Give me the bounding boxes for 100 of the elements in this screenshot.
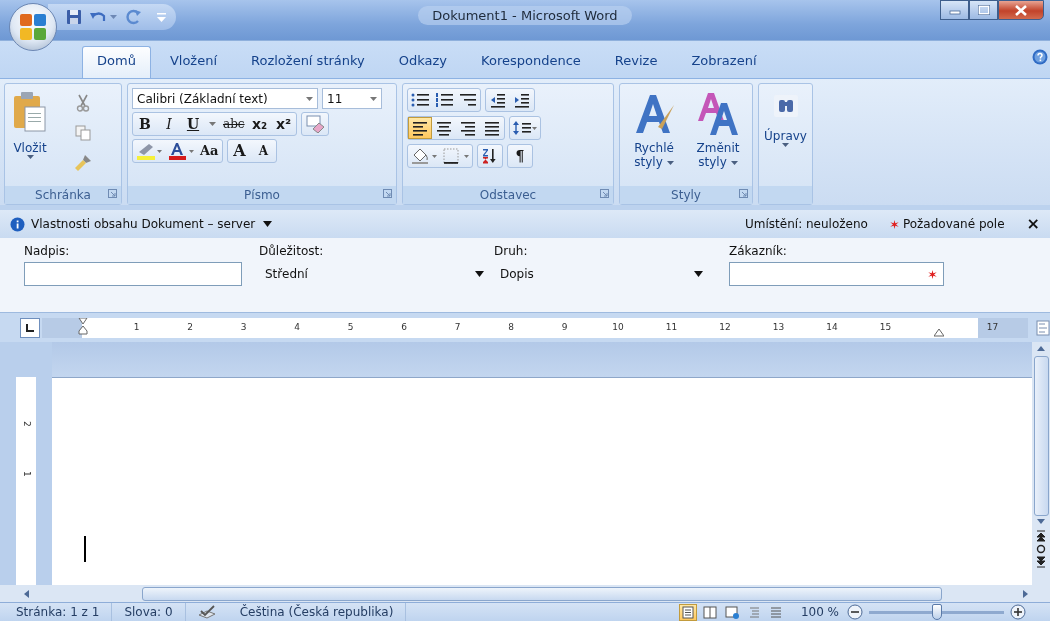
input-field[interactable] [24, 262, 242, 286]
dropdown-icon [157, 12, 166, 22]
ruler-number: 4 [293, 321, 301, 333]
panel-close-button[interactable]: × [1026, 212, 1040, 236]
caret-icon [209, 122, 216, 126]
word-count[interactable]: Slova: 0 [112, 602, 186, 621]
close-button[interactable] [998, 0, 1044, 20]
reading-layout-icon [702, 604, 717, 620]
subscript-button[interactable]: x₂ [247, 113, 272, 135]
zoom-level[interactable]: 100 % [792, 603, 847, 621]
ruler-number: 9 [560, 321, 569, 333]
undo-button[interactable] [90, 10, 117, 24]
input-field[interactable] [729, 262, 944, 286]
redo-arrow-icon [125, 9, 141, 25]
caret-icon [370, 96, 377, 101]
page-count[interactable]: Stránka: 1 z 1 [0, 602, 113, 621]
office-logo-icon [19, 13, 47, 41]
zoom-slider-thumb[interactable] [931, 603, 942, 620]
launcher-icon [108, 189, 117, 198]
panel-title-dropdown[interactable]: Vlastnosti obsahu Dokument – server [31, 215, 273, 233]
caret-icon [110, 15, 117, 19]
show-formatting-button[interactable]: ¶ [508, 145, 532, 167]
group-label: Styly [671, 187, 701, 204]
ribbon-tab[interactable]: Odkazy [383, 45, 463, 78]
view-button[interactable] [722, 603, 741, 621]
align-left-icon [412, 120, 428, 136]
language-label[interactable]: Čeština (Česká republika) [227, 602, 407, 621]
ribbon-tab[interactable]: Korespondence [466, 45, 596, 78]
brush-icon [74, 154, 92, 172]
change-styles-button[interactable]: Změnit styly [692, 88, 744, 182]
ruler-number: 2 [186, 321, 194, 333]
paste-button[interactable]: Vložit [9, 88, 51, 163]
minus-icon [847, 604, 863, 620]
change-case-button[interactable]: Aa [197, 140, 222, 162]
multilevel-list-icon [459, 92, 477, 108]
strikethrough-button[interactable]: abc [220, 113, 248, 135]
dialog-launcher-button[interactable] [108, 189, 117, 198]
redo-button[interactable] [125, 9, 141, 25]
ruler-number: 12 [718, 321, 732, 333]
scrollbar-thumb[interactable] [142, 586, 942, 601]
borders-icon [443, 148, 469, 164]
ruler-number: 1 [132, 321, 141, 333]
minimize-button[interactable] [940, 0, 969, 20]
dialog-launcher-button[interactable] [383, 189, 392, 198]
launcher-icon [383, 189, 392, 198]
align-left-button[interactable] [408, 117, 432, 139]
line-spacing-icon [513, 120, 537, 136]
ruler-number: 3 [239, 321, 248, 333]
ruler-number: 8 [507, 321, 515, 333]
underline-button[interactable]: U [181, 113, 205, 135]
ruler-number: 10 [611, 321, 625, 333]
superscript-button[interactable]: x² [271, 113, 296, 135]
ribbon-tab[interactable]: Domů [82, 45, 151, 78]
quick-styles-button[interactable]: Rychlé styly [628, 88, 680, 182]
field-label: Zákazník: [729, 243, 788, 260]
eraser-icon [304, 115, 325, 133]
ruler-number: 7 [453, 321, 462, 333]
view-button[interactable] [700, 603, 719, 621]
borders-button[interactable] [440, 145, 472, 167]
close-icon [1015, 4, 1027, 16]
tab-stop-icon [25, 322, 35, 333]
next-page-icon[interactable] [1035, 556, 1047, 570]
save-button[interactable] [66, 9, 82, 25]
justify-icon [484, 120, 500, 136]
ribbon-tab[interactable]: Vložení [154, 45, 232, 78]
ribbon-tab[interactable]: Rozložení stránky [236, 45, 380, 78]
tab-stop-button[interactable] [20, 317, 40, 338]
dialog-launcher-button[interactable] [739, 189, 748, 198]
group-label: Písmo [244, 187, 280, 204]
italic-button[interactable]: I [157, 113, 181, 135]
dropdown-field[interactable]: Střední [259, 262, 490, 286]
scrollbar-thumb[interactable] [1033, 356, 1049, 516]
zoom-in-button[interactable] [1010, 604, 1026, 620]
dialog-launcher-button[interactable] [600, 189, 609, 198]
previous-page-icon[interactable] [1035, 528, 1047, 542]
field-label: Důležitost: [259, 243, 325, 260]
view-button[interactable] [678, 603, 697, 621]
clipboard-icon [13, 91, 47, 133]
browse-object-icon[interactable] [1035, 542, 1047, 556]
font-size-field[interactable]: 11 [322, 88, 382, 109]
zoom-out-button[interactable] [847, 604, 863, 620]
ribbon-tab[interactable]: Zobrazení [676, 45, 772, 78]
maximize-icon [977, 5, 990, 15]
dropdown-field[interactable]: Dopis [494, 262, 709, 286]
print-layout-icon [680, 604, 695, 620]
shrink-font-button[interactable]: A [251, 140, 276, 162]
ribbon-tab[interactable]: Revize [599, 45, 673, 78]
caret-icon [782, 143, 789, 148]
caret-icon [694, 271, 703, 277]
indent-icon [514, 92, 530, 108]
indent-marker-icon[interactable] [934, 328, 944, 337]
ruler-margin [978, 317, 1028, 338]
maximize-button[interactable] [969, 0, 998, 20]
indent-marker-icon[interactable] [78, 317, 88, 338]
font-name-field[interactable]: Calibri (Základní text) [132, 88, 318, 109]
help-button[interactable] [1032, 49, 1048, 65]
grow-font-button[interactable]: A [227, 140, 252, 162]
undo-arrow-icon [90, 10, 106, 24]
required-note: Požadované pole [902, 216, 1005, 233]
bold-button[interactable]: B [133, 113, 157, 135]
